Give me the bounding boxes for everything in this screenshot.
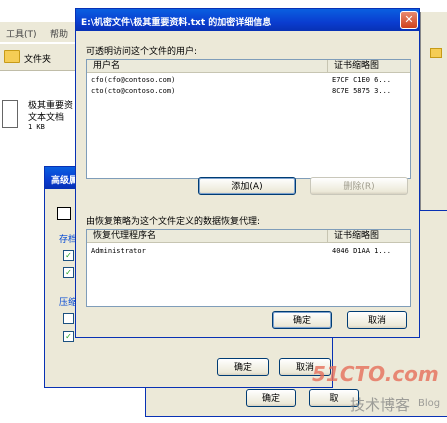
- menu-tools[interactable]: 工具(T): [6, 27, 37, 40]
- properties-ok-button[interactable]: 确定: [246, 389, 296, 407]
- table-row[interactable]: cfo(cfo@contoso.com) E7CF C1E0 6...: [87, 75, 410, 86]
- agent-name: Administrator: [91, 247, 146, 255]
- folders-label: 文件夹: [24, 55, 52, 65]
- watermark-slogan: 技术博客: [350, 396, 411, 414]
- folder-icon: [4, 50, 20, 63]
- explorer-toolbar: 文件夹: [0, 44, 80, 71]
- user-thumbprint: 8C7E 5875 3...: [332, 87, 392, 95]
- remove-user-button[interactable]: 删除(R): [310, 177, 408, 195]
- file-type: 文本文档: [28, 113, 65, 123]
- archive-checkbox[interactable]: ✓: [63, 250, 74, 261]
- recovery-header-thumbprint[interactable]: 证书缩略图: [327, 230, 410, 243]
- close-button[interactable]: ✕: [400, 11, 418, 29]
- user-name: cto(cto@contoso.com): [91, 87, 176, 95]
- recovery-header-name[interactable]: 恢复代理程序名: [87, 230, 327, 243]
- file-item[interactable]: 极其重要资 文本文档 1 KB: [0, 96, 80, 140]
- details-titlebar: E:\机密文件\极其重要资料.txt 的加密详细信息 ✕: [76, 9, 419, 31]
- advanced-ok-button[interactable]: 确定: [217, 358, 269, 376]
- details-ok-button[interactable]: 确定: [272, 311, 332, 329]
- folders-button[interactable]: 文件夹: [2, 48, 60, 66]
- watermark-site: 51CTO.com: [312, 362, 439, 386]
- details-title: E:\机密文件\极其重要资料.txt 的加密详细信息: [81, 18, 272, 28]
- agent-thumbprint: 4046 D1AA 1...: [332, 247, 392, 255]
- advanced-info-icon: [57, 207, 71, 220]
- advanced-title: 高级属: [51, 176, 79, 186]
- encryption-details-dialog: E:\机密文件\极其重要资料.txt 的加密详细信息 ✕ 可透明访问这个文件的用…: [75, 8, 420, 338]
- details-cancel-button[interactable]: 取消: [347, 311, 407, 329]
- user-thumbprint: E7CF C1E0 6...: [332, 76, 392, 84]
- user-name: cfo(cfo@contoso.com): [91, 76, 176, 84]
- users-section-label: 可透明访问这个文件的用户:: [86, 47, 198, 57]
- file-size: 1 KB: [28, 123, 45, 131]
- menu-help[interactable]: 帮助: [50, 27, 68, 40]
- users-header-name[interactable]: 用户名: [87, 60, 327, 73]
- users-list[interactable]: 用户名 证书缩略图 cfo(cfo@contoso.com) E7CF C1E0…: [86, 59, 411, 179]
- recovery-list[interactable]: 恢复代理程序名 证书缩略图 Administrator 4046 D1AA 1.…: [86, 229, 411, 307]
- watermark: 51CTO.com 技术博客 Blog: [310, 362, 447, 422]
- table-row[interactable]: Administrator 4046 D1AA 1...: [87, 246, 410, 257]
- recovery-section-label: 由恢复策略为这个文件定义的数据恢复代理:: [86, 217, 261, 227]
- close-icon: ✕: [404, 13, 414, 26]
- add-user-button[interactable]: 添加(A): [198, 177, 296, 195]
- watermark-blog: Blog: [418, 398, 441, 409]
- text-file-icon: [2, 100, 18, 128]
- encrypt-checkbox[interactable]: ✓: [63, 331, 74, 342]
- explorer-menubar: 工具(T) 帮助: [0, 22, 80, 42]
- compress-checkbox[interactable]: [63, 313, 74, 324]
- table-row[interactable]: cto(cto@contoso.com) 8C7E 5875 3...: [87, 86, 410, 97]
- folder-icon-small: [430, 48, 442, 58]
- users-header-thumbprint[interactable]: 证书缩略图: [327, 60, 410, 73]
- index-checkbox[interactable]: ✓: [63, 267, 74, 278]
